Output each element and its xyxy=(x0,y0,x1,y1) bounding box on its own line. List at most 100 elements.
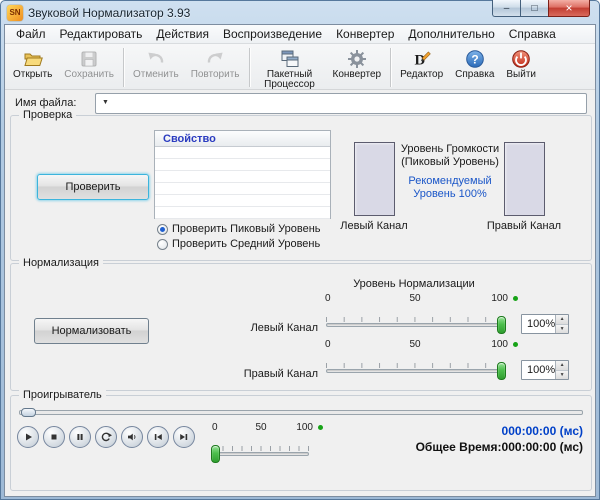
spin-arrows: ▲ ▼ xyxy=(555,315,568,333)
filename-label: Имя файла: xyxy=(15,97,76,109)
toolbar-help-button[interactable]: ? Справка xyxy=(449,46,500,82)
toolbar-converter-button[interactable]: Конвертер xyxy=(327,46,388,82)
minimize-button[interactable]: – xyxy=(492,0,520,17)
rewind-button[interactable] xyxy=(147,426,169,448)
slider-scale: 0 50 100 xyxy=(326,339,504,350)
right-level-value: 100% xyxy=(522,361,555,379)
volume-title-line1: Уровень Громкости xyxy=(398,143,502,156)
scale-100: 100 xyxy=(491,339,508,350)
menu-edit[interactable]: Редактировать xyxy=(53,25,150,43)
toolbar-converter-label: Конвертер xyxy=(333,70,382,80)
toolbar-save-button[interactable]: Сохранить xyxy=(58,46,120,82)
player-buttons xyxy=(17,426,195,448)
radio-check-peak-level[interactable]: Проверить Пиковый Уровень xyxy=(157,223,321,235)
undo-icon xyxy=(146,49,166,69)
gear-icon xyxy=(347,49,367,69)
volume-slider[interactable]: 0 50 100 xyxy=(213,422,309,462)
spin-down-button[interactable]: ▼ xyxy=(556,371,568,380)
normalize-group: Нормализация Уровень Нормализации Нормал… xyxy=(10,263,592,391)
spin-up-button[interactable]: ▲ xyxy=(556,361,568,371)
toolbar-open-button[interactable]: Открыть xyxy=(7,46,58,82)
current-time-unit: (мс) xyxy=(560,424,583,438)
play-button[interactable] xyxy=(17,426,39,448)
toolbar-batch-processor-button[interactable]: Пакетный Процессор xyxy=(253,46,327,92)
scale-50: 50 xyxy=(409,339,420,350)
chevron-down-icon[interactable]: ▼ xyxy=(102,99,109,106)
slider-track[interactable] xyxy=(326,369,504,373)
left-level-value: 100% xyxy=(522,315,555,333)
toolbar-editor-label: Редактор xyxy=(400,70,443,80)
property-table[interactable]: Свойство xyxy=(154,130,331,219)
left-channel-slider[interactable]: 0 50 100 xyxy=(326,293,504,333)
normalize-right-channel-label: Правый Канал xyxy=(206,368,318,380)
radio-unselected-icon xyxy=(157,239,168,250)
recommended-level-line2: Уровень 100% xyxy=(398,188,502,201)
menu-converter[interactable]: Конвертер xyxy=(329,25,401,43)
slider-scale: 0 50 100 xyxy=(213,422,309,433)
slider-handle[interactable] xyxy=(211,445,220,463)
slider-handle[interactable] xyxy=(497,362,506,380)
normalize-group-title: Нормализация xyxy=(19,257,103,269)
forward-button[interactable] xyxy=(173,426,195,448)
volume-level-info: Уровень Громкости (Пиковый Уровень) Реко… xyxy=(398,143,502,201)
menu-file[interactable]: Файл xyxy=(9,25,53,43)
radio-check-mean-label: Проверить Средний Уровень xyxy=(172,238,320,250)
toolbar-help-label: Справка xyxy=(455,70,494,80)
toolbar-separator xyxy=(390,48,391,87)
toolbar-redo-label: Повторить xyxy=(191,70,240,80)
slider-track[interactable] xyxy=(326,323,504,327)
radio-check-peak-label: Проверить Пиковый Уровень xyxy=(172,223,321,235)
left-level-spinbox[interactable]: 100% ▲ ▼ xyxy=(521,314,569,334)
svg-text:?: ? xyxy=(471,52,478,66)
app-window: SN Звуковой Нормализатор 3.93 – □ × Файл… xyxy=(0,0,600,500)
toolbar-separator xyxy=(123,48,124,87)
scale-100: 100 xyxy=(296,422,313,433)
menu-playback[interactable]: Воспроизведение xyxy=(216,25,329,43)
seek-slider[interactable] xyxy=(19,410,583,415)
slider-ticks xyxy=(326,317,504,322)
slider-track[interactable] xyxy=(213,452,309,456)
scale-0: 0 xyxy=(325,293,331,304)
normalize-left-channel-label: Левый Канал xyxy=(206,322,318,334)
toolbar-undo-button[interactable]: Отменить xyxy=(127,46,185,82)
open-folder-icon xyxy=(23,49,43,69)
right-channel-label: Правый Канал xyxy=(484,220,564,232)
check-button[interactable]: Проверить xyxy=(37,174,149,200)
save-icon xyxy=(79,49,99,69)
toolbar-exit-button[interactable]: Выйти xyxy=(500,46,542,82)
menu-help[interactable]: Справка xyxy=(502,25,563,43)
right-level-spinbox[interactable]: 100% ▲ ▼ xyxy=(521,360,569,380)
mute-button[interactable] xyxy=(121,426,143,448)
scale-50: 50 xyxy=(409,293,420,304)
title-bar[interactable]: SN Звуковой Нормализатор 3.93 – □ × xyxy=(4,1,596,24)
current-time: 000:00:00 (мс) xyxy=(502,424,583,438)
table-row xyxy=(155,159,330,171)
stop-button[interactable] xyxy=(43,426,65,448)
slider-handle[interactable] xyxy=(497,316,506,334)
toolbar-redo-button[interactable]: Повторить xyxy=(185,46,246,82)
repeat-button[interactable] xyxy=(95,426,117,448)
filename-combobox[interactable]: ▼ xyxy=(95,93,587,114)
right-channel-slider[interactable]: 0 50 100 xyxy=(326,339,504,379)
maximize-button[interactable]: □ xyxy=(520,0,548,17)
menu-bar: Файл Редактировать Действия Воспроизведе… xyxy=(5,25,595,44)
radio-check-mean-level[interactable]: Проверить Средний Уровень xyxy=(157,238,320,250)
help-icon: ? xyxy=(465,49,485,69)
check-group: Проверка Свойство Проверить Проверить Пи… xyxy=(10,115,592,261)
left-channel-label: Левый Канал xyxy=(334,220,414,232)
seek-handle[interactable] xyxy=(21,408,36,417)
spin-up-button[interactable]: ▲ xyxy=(556,315,568,325)
menu-actions[interactable]: Действия xyxy=(149,25,216,43)
toolbar-save-label: Сохранить xyxy=(64,70,114,80)
player-group-title: Проигрыватель xyxy=(19,389,106,401)
close-button[interactable]: × xyxy=(548,0,590,17)
spin-down-button[interactable]: ▼ xyxy=(556,325,568,334)
client-area: Файл Редактировать Действия Воспроизведе… xyxy=(4,24,596,497)
toolbar-editor-button[interactable]: D Редактор xyxy=(394,46,449,82)
toolbar-batch-processor-label: Пакетный Процессор xyxy=(259,70,321,90)
pause-button[interactable] xyxy=(69,426,91,448)
filename-row: Имя файла: ▼ xyxy=(11,93,589,114)
normalize-button[interactable]: Нормализовать xyxy=(34,318,149,344)
scale-0: 0 xyxy=(325,339,331,350)
menu-extra[interactable]: Дополнительно xyxy=(401,25,501,43)
